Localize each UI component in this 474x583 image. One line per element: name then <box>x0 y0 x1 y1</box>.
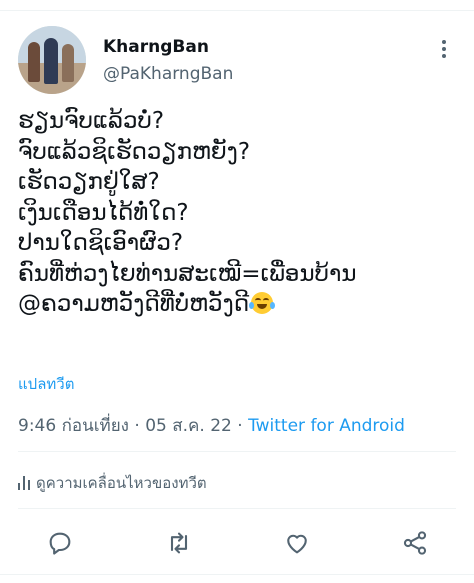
user-handle[interactable]: @PaKharngBan <box>103 64 233 84</box>
tweet-line: ເງິນເດືອນໄດ້ທໍ່ໃດ? <box>18 199 189 226</box>
like-icon[interactable] <box>283 529 311 557</box>
tweet-line: ປານໃດຊິເອົາຜົວ? <box>18 230 184 256</box>
tweet-line-last: @ຄວາມຫວັງດີທີ່ບໍ່ຫວັງດີ <box>18 289 458 320</box>
share-icon[interactable] <box>401 529 429 557</box>
retweet-icon[interactable] <box>165 529 193 557</box>
tweet-activity-label: ดูความเคลื่อนไหวของทวีต <box>36 474 207 492</box>
tweet-line: ຄົນທີ່ຫ່ວງໄຍທ່ານສະເໝີ=ເພື່ອນບ້ານ <box>18 260 357 287</box>
tweet-meta: 9:46 ก่อนเที่ยง · 05 ส.ค. 22 · Twitter f… <box>18 412 405 439</box>
bottom-divider <box>0 574 474 575</box>
avatar[interactable] <box>18 26 86 94</box>
translate-tweet-link[interactable]: แปลทวีต <box>18 372 74 396</box>
tweet-time[interactable]: 9:46 ก่อนเที่ยง <box>18 416 129 436</box>
tweet-line: ຮຽນຈົບແລ້ວບໍ່? <box>18 108 165 134</box>
meta-separator: · <box>134 416 140 436</box>
reply-icon[interactable] <box>46 529 74 557</box>
display-name[interactable]: KharngBan <box>103 37 209 57</box>
mention-text[interactable]: @ຄວາມຫວັງດີທີ່ບໍ່ຫວັງດີ <box>18 291 249 317</box>
divider <box>18 451 456 452</box>
tweet-date[interactable]: 05 ส.ค. 22 <box>145 416 232 436</box>
tears-of-joy-emoji <box>249 292 276 314</box>
divider <box>18 508 456 509</box>
meta-separator: · <box>237 416 243 436</box>
tweet-line: ເຮັດວຽກຢູ່ໃສ? <box>18 169 160 195</box>
tweet-card: KharngBan @PaKharngBan ຮຽນຈົບແລ້ວບໍ່? ຈົ… <box>0 0 474 583</box>
tweet-source-link[interactable]: Twitter for Android <box>248 416 405 436</box>
tweet-activity-link[interactable]: ดูความเคลื่อนไหวของทวีต <box>18 471 207 495</box>
top-divider <box>0 10 474 11</box>
tweet-text: ຮຽນຈົບແລ້ວບໍ່? ຈົບແລ້ວຊິເຮັດວຽກຫຍັງ? ເຮັ… <box>18 106 458 320</box>
action-bar <box>0 525 474 561</box>
tweet-line: ຈົບແລ້ວຊິເຮັດວຽກຫຍັງ? <box>18 138 251 165</box>
more-options-icon[interactable] <box>436 38 452 60</box>
analytics-icon <box>18 476 30 490</box>
